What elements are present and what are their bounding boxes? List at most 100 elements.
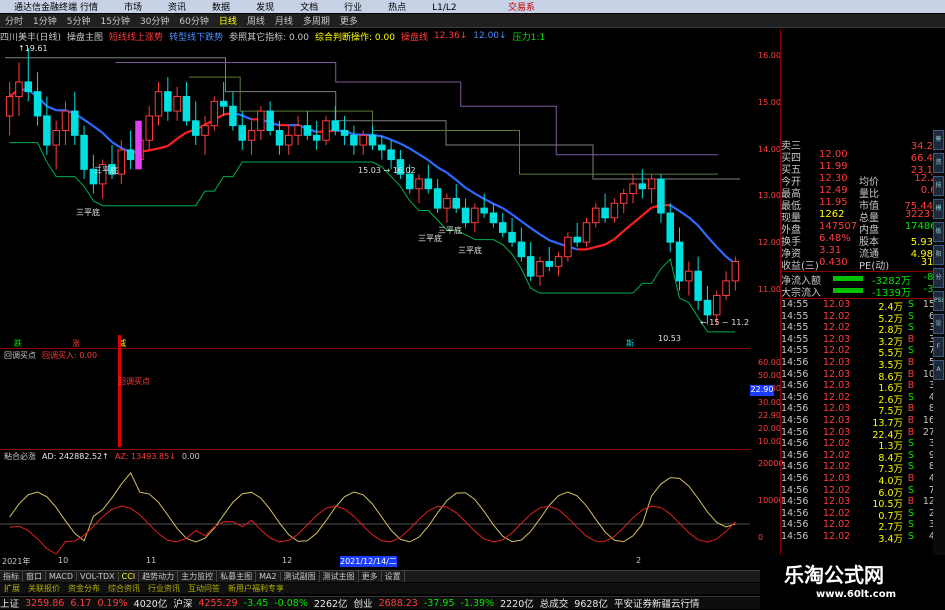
info-tab[interactable]: 新用户福利专享	[224, 583, 288, 594]
index-name[interactable]: 上证	[0, 596, 19, 610]
menu-item[interactable]: 资讯	[168, 3, 186, 13]
menu-item[interactable]: 行情	[80, 3, 98, 13]
side-button[interactable]: A	[933, 360, 944, 380]
side-button[interactable]: 筹	[933, 130, 944, 150]
tick-row[interactable]: 14:5512.022.8万S35	[781, 322, 945, 334]
tick-row[interactable]: 14:5612.026.0万S71	[781, 485, 945, 497]
tick-row[interactable]: 14:5612.0310.5万B122	[781, 496, 945, 508]
menu-item[interactable]: 文档	[300, 3, 318, 13]
menu-item[interactable]: 发现	[256, 3, 274, 13]
site-watermark: 乐淘公式网 www.60lt.com	[760, 555, 945, 609]
scale-label: 15.00	[758, 98, 781, 107]
period-tab[interactable]: 15分钟	[95, 14, 134, 27]
period-tab[interactable]: 周线	[242, 14, 270, 27]
trend-line-segment	[177, 132, 186, 138]
indicator-tab[interactable]: 设置	[382, 571, 405, 582]
tick-row[interactable]: 14:5612.033.5万B51	[781, 357, 945, 369]
tick-list[interactable]: 14:5512.032.4万S15514:5512.025.2万S6114:55…	[781, 298, 945, 542]
side-button-strip: 筹资技模板阳分 PSI 论FA	[933, 130, 945, 570]
period-tab[interactable]: 多周期	[298, 14, 335, 27]
indicator-tab[interactable]: MACD	[46, 572, 77, 581]
indicator-tab[interactable]: 指标	[0, 571, 23, 582]
tick-row[interactable]: 14:5612.020.7万S24	[781, 508, 945, 520]
trade-system-link[interactable]: 交易系	[508, 0, 535, 13]
side-button[interactable]: 资	[933, 153, 944, 173]
period-tab[interactable]: 5分钟	[62, 14, 96, 27]
indicator-tab[interactable]: 测试主图	[320, 571, 359, 582]
info-tab[interactable]: 互动问答	[184, 583, 224, 594]
side-button[interactable]: 技	[933, 176, 944, 196]
indicator-tab[interactable]: 趋势动力	[139, 571, 178, 582]
side-button[interactable]: F	[933, 337, 944, 357]
quote-label	[859, 149, 895, 161]
info-tab[interactable]: 资金分布	[64, 583, 104, 594]
tick-row[interactable]: 14:5612.022.6万S44	[781, 392, 945, 404]
tick-row[interactable]: 14:5612.034.0万B49	[781, 473, 945, 485]
tick-row[interactable]: 14:5612.028.4万S90	[781, 450, 945, 462]
trend-line-segment	[382, 136, 391, 139]
tick-row[interactable]: 14:5612.0322.4万B276	[781, 427, 945, 439]
info-tab[interactable]: 扩展	[0, 583, 24, 594]
side-button[interactable]: PSI	[933, 291, 944, 311]
menu-item[interactable]: 热点	[388, 3, 406, 13]
indicator-tab[interactable]: 私募主图	[217, 571, 256, 582]
side-button[interactable]: 分	[933, 268, 944, 288]
info-tab[interactable]: 关联报价	[24, 583, 64, 594]
quote-row: 现量1262总量322375	[781, 209, 945, 221]
sub-pane-bond[interactable]: 粘合必涨 AD: 242882.52↑ AZ: 13493.85↓ 0.00	[0, 451, 750, 556]
tick-row[interactable]: 14:5612.0313.7万B169	[781, 415, 945, 427]
tick-price: 12.03	[823, 403, 863, 415]
money-flow: 净流入额-3282万-8%大宗流入-1339万-3%	[781, 271, 945, 296]
period-tab[interactable]: 日线	[214, 14, 242, 27]
period-tab[interactable]: 更多	[335, 14, 363, 27]
index-name[interactable]: 总成交	[540, 596, 569, 610]
indicator-tab[interactable]: 窗口	[23, 571, 46, 582]
indicator-tab[interactable]: CCI	[119, 572, 140, 581]
main-chart-pane[interactable]: ↑19.6115.03 → 16.0210.53← 15 ~ 11.2三平底三平…	[0, 43, 750, 349]
side-button[interactable]: 板	[933, 222, 944, 242]
side-button[interactable]: 阳	[933, 245, 944, 265]
index-name[interactable]: 平安证券新疆云行情	[614, 596, 700, 610]
menu-item[interactable]: 数据	[212, 3, 230, 13]
trend-line-segment	[493, 204, 502, 208]
tick-row[interactable]: 14:5612.023.4万S43	[781, 531, 945, 543]
tick-row[interactable]: 14:5512.032.4万S155	[781, 299, 945, 311]
index-name[interactable]: 沪深	[173, 596, 192, 610]
tick-row[interactable]: 14:5612.021.3万S37	[781, 438, 945, 450]
candle	[583, 218, 590, 247]
period-tab[interactable]: 1分钟	[28, 14, 62, 27]
sub1-price-tag: 22.90	[750, 385, 774, 396]
tick-row[interactable]: 14:5612.038.6万B109	[781, 369, 945, 381]
tick-row[interactable]: 14:5612.027.3万S82	[781, 461, 945, 473]
trend-line-segment	[642, 208, 651, 216]
indicator-tab[interactable]: VOL-TDX	[77, 572, 119, 581]
menu-item[interactable]: L1/L2	[432, 3, 457, 13]
tick-row[interactable]: 14:5512.025.2万S61	[781, 311, 945, 323]
period-tab[interactable]: 月线	[270, 14, 298, 27]
info-tab[interactable]: 行业资讯	[144, 583, 184, 594]
menu-item[interactable]: 行业	[344, 3, 362, 13]
side-button[interactable]: 模	[933, 199, 944, 219]
candlestick-chart[interactable]: ↑19.6115.03 → 16.0210.53← 15 ~ 11.2三平底三平…	[0, 43, 750, 349]
indicator-tab[interactable]: 测试副图	[281, 571, 320, 582]
sub-pane-callback[interactable]: 回调买点 回调买入: 0.00 回调买点	[0, 350, 750, 450]
indicator-tab[interactable]: 主力监控	[178, 571, 217, 582]
period-tab[interactable]: 30分钟	[135, 14, 174, 27]
price-scale: 16.0015.0014.0013.0012.0011.00	[750, 43, 780, 349]
tick-row[interactable]: 14:5612.022.7万S31	[781, 519, 945, 531]
tick-row[interactable]: 14:5612.031.6万B39	[781, 380, 945, 392]
date-label: 2	[636, 556, 641, 565]
tick-row[interactable]: 14:5512.025.5万S71	[781, 345, 945, 357]
period-tab[interactable]: 分时	[0, 14, 28, 27]
info-tab[interactable]: 综合资讯	[104, 583, 144, 594]
side-button[interactable]: 论	[933, 314, 944, 334]
quote-value	[819, 137, 859, 149]
index-name[interactable]: 创业	[354, 596, 373, 610]
period-tab[interactable]: 60分钟	[174, 14, 213, 27]
indicator-tab[interactable]: 更多	[359, 571, 382, 582]
indicator-tab[interactable]: MA2	[256, 572, 280, 581]
menu-item[interactable]: 市场	[124, 3, 142, 13]
tick-row[interactable]: 14:5612.037.5万B88	[781, 403, 945, 415]
tick-row[interactable]: 14:5512.033.2万B38	[781, 334, 945, 346]
tick-side: S	[903, 392, 919, 404]
